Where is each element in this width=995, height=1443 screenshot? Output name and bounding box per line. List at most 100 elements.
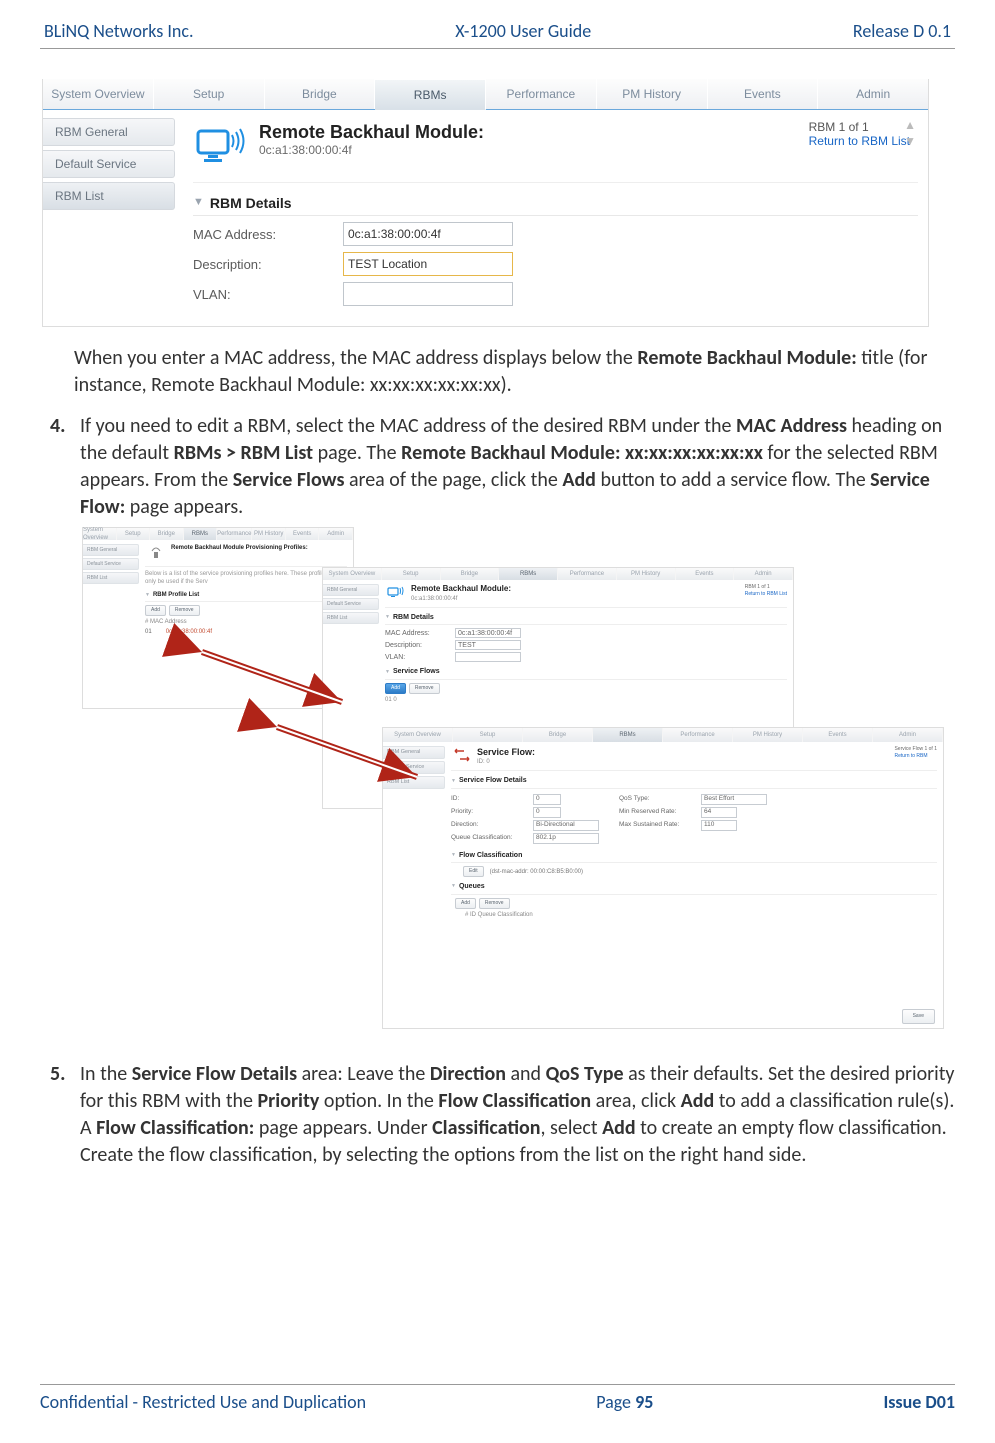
mt-a3: RBMs	[184, 528, 218, 540]
sidebar-item-rbm-list[interactable]: RBM List	[43, 182, 175, 210]
mt-a6: Events	[286, 528, 320, 540]
rbm-title: Remote Backhaul Module:	[259, 122, 484, 143]
sidebar: RBM General Default Service RBM List	[43, 110, 175, 326]
layC-counter: Service Flow 1 of 1	[894, 746, 937, 752]
ms-b0: RBM General	[323, 584, 379, 596]
sidebar-item-rbm-general[interactable]: RBM General	[43, 118, 175, 146]
mt-a5: PM History	[252, 528, 286, 540]
sidebar-item-default-service[interactable]: Default Service	[43, 150, 175, 178]
layA-title: Remote Backhaul Module Provisioning Prof…	[171, 544, 308, 552]
mt-a4: Performance	[217, 528, 252, 540]
mt-c3: RBMs	[593, 728, 663, 742]
layA-remove: Remove	[169, 605, 200, 616]
tab-bridge[interactable]: Bridge	[265, 79, 376, 109]
step-5-number: 5.	[50, 1061, 65, 1088]
mt-b1: Setup	[382, 568, 441, 580]
layC-dir-l: Direction:	[451, 821, 533, 830]
layC-minr-l: Min Reserved Rate:	[619, 808, 701, 817]
ms-c2: RBM List	[383, 776, 445, 789]
tab-setup[interactable]: Setup	[154, 79, 265, 109]
input-mac[interactable]	[343, 222, 513, 246]
flow-icon	[451, 746, 473, 764]
tab-performance[interactable]: Performance	[486, 79, 597, 109]
mt-c0: System Overview	[383, 728, 453, 742]
layC-sec1: Service Flow Details	[459, 776, 527, 785]
layC-save: Save	[902, 1009, 935, 1024]
ms-c1: Default Service	[383, 761, 445, 774]
monitor-wifi-icon	[193, 122, 251, 172]
input-description[interactable]	[343, 252, 513, 276]
layer-service-flow: System Overview Setup Bridge RBMs Perfor…	[382, 727, 944, 1029]
layC-sec2: Flow Classification	[459, 851, 522, 860]
tab-pm-history[interactable]: PM History	[597, 79, 708, 109]
layC-return: Return to RBM	[894, 753, 937, 760]
tab-events[interactable]: Events	[708, 79, 819, 109]
mt-b2: Bridge	[441, 568, 500, 580]
doc-footer: Confidential - Restricted Use and Duplic…	[40, 1384, 955, 1413]
layA-add: Add	[145, 605, 166, 616]
mt-b3: RBMs	[499, 568, 558, 580]
tab-rbms[interactable]: RBMs	[375, 80, 486, 110]
layB-mac-v: 0c:a1:38:00:00:4f	[455, 628, 521, 638]
ms-a2: RBM List	[83, 572, 139, 584]
input-vlan[interactable]	[343, 282, 513, 306]
hdr-left: BLiNQ Networks Inc.	[44, 20, 194, 42]
layC-q-add: Add	[455, 898, 476, 909]
layA-sec: RBM Profile List	[153, 591, 199, 599]
monitor-wifi-icon	[385, 584, 407, 602]
mt-b6: Events	[676, 568, 735, 580]
layB-mac: 0c:a1:38:00:00:4f	[411, 595, 511, 603]
layC-minr-v: 64	[701, 807, 737, 818]
layC-maxs-v: 110	[701, 820, 737, 831]
rbm-counter: RBM 1 of 1	[809, 120, 869, 134]
label-mac: MAC Address:	[193, 227, 343, 242]
layB-desc-l: Description:	[385, 641, 455, 650]
screenshot-rbm-details: System Overview Setup Bridge RBMs Perfor…	[42, 79, 929, 327]
mt-c6: Events	[803, 728, 873, 742]
label-description: Description:	[193, 257, 343, 272]
layC-pri-l: Priority:	[451, 808, 533, 817]
rbm-nav: ▲ RBM 1 of 1 Return to RBM List ▼	[809, 120, 910, 148]
layC-pri-v: 0	[533, 807, 561, 818]
hdr-center: X-1200 User Guide	[455, 20, 591, 42]
paragraph-mac-note: When you enter a MAC address, the MAC ad…	[74, 345, 955, 399]
tab-system-overview[interactable]: System Overview	[43, 79, 154, 109]
ftr-left: Confidential - Restricted Use and Duplic…	[40, 1391, 366, 1413]
layA-row-mac: 0c:a1:38:00:00:4f	[166, 628, 212, 636]
layB-add: Add	[385, 683, 406, 694]
main-tabs: System Overview Setup Bridge RBMs Perfor…	[43, 79, 928, 110]
layB-vlan-l: VLAN:	[385, 653, 455, 662]
layB-row: 01 0	[385, 696, 787, 704]
layC-qos-l: QoS Type:	[619, 795, 701, 804]
mt-a7: Admin	[319, 528, 353, 540]
step-4-number: 4.	[50, 413, 65, 440]
layB-counter: RBM 1 of 1	[745, 584, 770, 590]
layC-dir-v: Bi-Directional	[533, 820, 599, 831]
mt-a2: Bridge	[150, 528, 184, 540]
layC-qc-v: 802.1p	[533, 833, 599, 844]
layC-id: ID: 0	[477, 758, 535, 766]
ftr-center: Page 95	[596, 1391, 653, 1413]
label-vlan: VLAN:	[193, 287, 343, 302]
mt-c2: Bridge	[523, 728, 593, 742]
chevron-down-icon[interactable]: ▼	[904, 134, 916, 148]
chevron-up-icon[interactable]: ▲	[904, 118, 916, 132]
layB-mac-l: MAC Address:	[385, 629, 455, 638]
doc-header: BLiNQ Networks Inc. X-1200 User Guide Re…	[40, 20, 955, 49]
rbm-mac: 0c:a1:38:00:00:4f	[259, 143, 484, 157]
step-5: 5. In the Service Flow Details area: Lea…	[50, 1061, 955, 1169]
layC-fc-text: (dst-mac-addr: 00:00:C8:B5:B0:00)	[490, 868, 583, 876]
layC-id-l: ID:	[451, 795, 533, 804]
section-rbm-details[interactable]: ▼ RBM Details	[193, 195, 918, 216]
layC-title: Service Flow:	[477, 746, 535, 758]
return-to-rbm-list-link[interactable]: Return to RBM List	[809, 134, 910, 148]
mt-b7: Admin	[734, 568, 793, 580]
layA-colhdr: # MAC Address	[145, 618, 347, 626]
layB-vlan-v	[455, 652, 521, 662]
layer-profiles: System Overview Setup Bridge RBMs Perfor…	[82, 527, 354, 709]
hdr-right: Release D 0.1	[853, 20, 951, 42]
ms-a1: Default Service	[83, 558, 139, 570]
tab-admin[interactable]: Admin	[818, 79, 928, 109]
layB-desc-v: TEST	[455, 640, 521, 650]
antenna-icon	[145, 544, 167, 562]
